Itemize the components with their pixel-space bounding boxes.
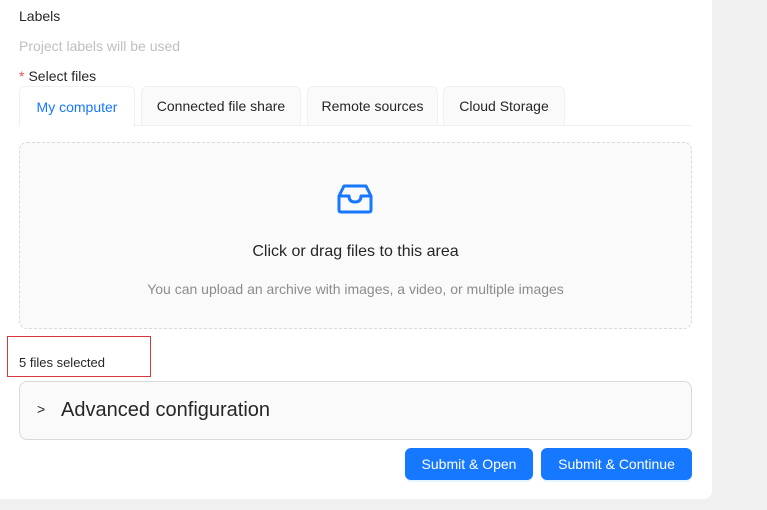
- select-files-text: Select files: [28, 68, 97, 84]
- tab-my-computer[interactable]: My computer: [19, 86, 135, 127]
- chevron-right-icon: >: [37, 401, 46, 417]
- advanced-configuration-title: Advanced configuration: [61, 399, 271, 421]
- file-dropzone[interactable]: Click or drag files to this area You can…: [19, 142, 692, 329]
- labels-hint: Project labels will be used: [19, 38, 181, 54]
- tab-connected-file-share[interactable]: Connected file share: [141, 86, 301, 126]
- required-mark: *: [19, 68, 25, 84]
- labels-title: Labels: [19, 8, 61, 24]
- submit-continue-button[interactable]: Submit & Continue: [541, 448, 692, 480]
- inbox-icon: [337, 184, 373, 214]
- dropzone-hint: You can upload an archive with images, a…: [147, 281, 564, 297]
- dropzone-title: Click or drag files to this area: [252, 243, 459, 260]
- tab-cloud-storage[interactable]: Cloud Storage: [443, 86, 565, 126]
- tab-remote-sources[interactable]: Remote sources: [307, 86, 438, 126]
- advanced-configuration-panel[interactable]: > Advanced configuration: [19, 381, 692, 440]
- files-selected-count: 5 files selected: [19, 355, 105, 370]
- select-files-label: * Select files: [19, 68, 96, 84]
- file-source-tabs: My computer Connected file share Remote …: [19, 86, 692, 127]
- submit-open-button[interactable]: Submit & Open: [405, 448, 533, 480]
- create-task-form: Labels Project labels will be used * Sele…: [0, 0, 712, 499]
